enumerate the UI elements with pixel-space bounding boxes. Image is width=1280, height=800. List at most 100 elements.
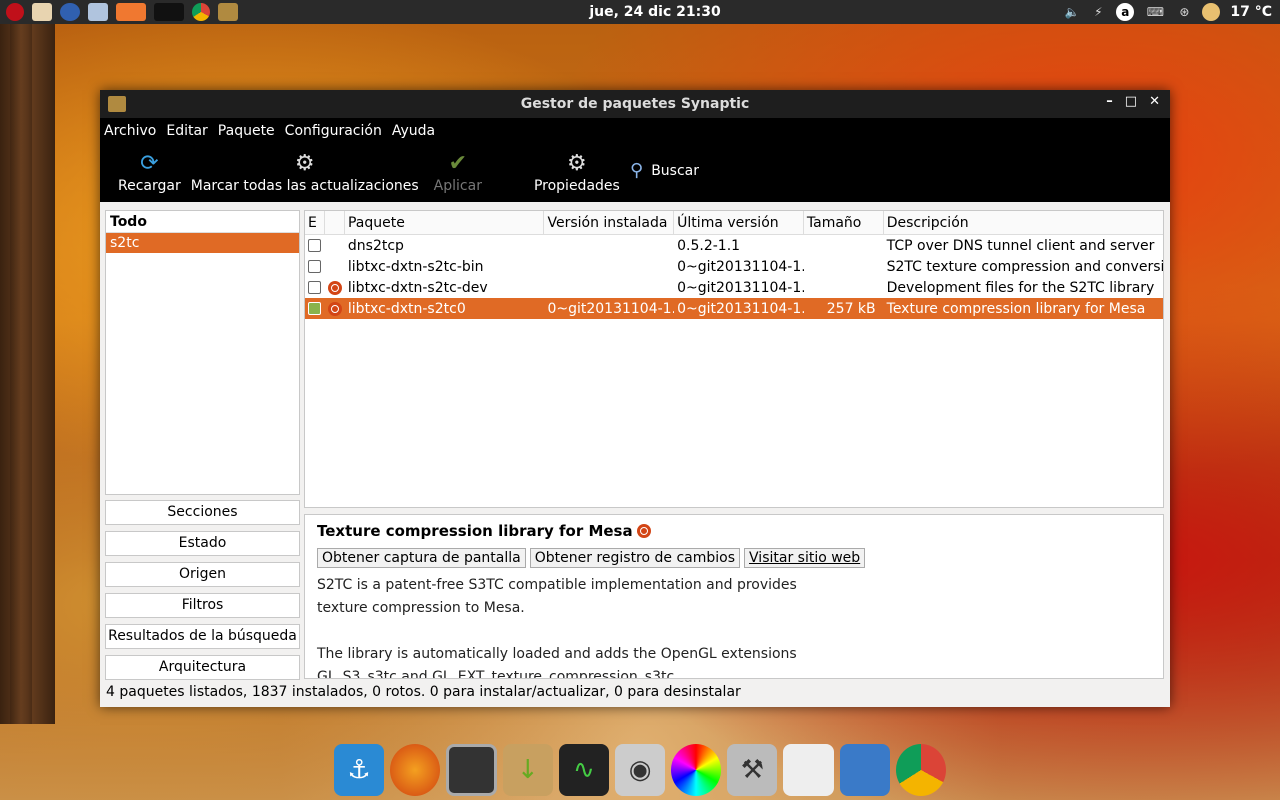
ubuntu-icon	[636, 524, 651, 538]
weather-icon[interactable]	[1202, 3, 1221, 21]
table-row[interactable]: libtxc-dxtn-s2tc-bin 0~git20131104-1.1 S2T…	[305, 256, 1163, 277]
website-button[interactable]: Visitar sitio web	[744, 548, 866, 568]
menu-ayuda[interactable]: Ayuda	[392, 123, 435, 139]
maximize-icon[interactable]: □	[1125, 94, 1137, 109]
synaptic-app-icon	[108, 96, 126, 112]
panel-launchers	[0, 0, 238, 24]
row-latest-version: 0~git20131104-1.1	[677, 300, 804, 317]
menu-paquete[interactable]: Paquete	[218, 123, 275, 139]
filter-item[interactable]: s2tc	[106, 233, 299, 253]
synaptic-icon[interactable]	[218, 3, 238, 21]
chrome-icon[interactable]	[895, 744, 946, 796]
minimize-icon[interactable]: –	[1106, 94, 1113, 109]
black-task-icon[interactable]	[154, 3, 184, 21]
orange-task-icon[interactable]	[116, 3, 146, 21]
dock: ⚓ ↓ ∿ ◉ ⚒	[330, 740, 950, 800]
main-area: Todo s2tc Secciones Estado Origen Filtro…	[100, 202, 1170, 707]
files-icon[interactable]	[60, 3, 80, 21]
package-checkbox[interactable]	[308, 239, 321, 252]
col-installed[interactable]: Versión instalada	[544, 211, 675, 234]
details-pane: Texture compression library for Mesa Obt…	[304, 514, 1164, 679]
reload-button[interactable]: ⟳ Recargar	[118, 148, 181, 195]
apply-button[interactable]: ✔ Aplicar	[433, 148, 482, 195]
archive-download-icon[interactable]: ↓	[502, 744, 553, 796]
chrome-icon[interactable]	[192, 3, 210, 21]
wifi-icon[interactable]: ⊛	[1176, 5, 1192, 19]
row-status-cell	[305, 259, 325, 275]
toolbar: ⟳ Recargar ⚙ Marcar todas las actualizac…	[100, 144, 1170, 202]
weather-temperature[interactable]: 17 °C	[1230, 4, 1272, 20]
tools-icon[interactable]: ⚒	[727, 744, 778, 796]
top-panel: jue, 24 dic 21:30 🔈 ⚡ a ⌨ ⊛ 17 °C	[0, 0, 1280, 24]
titlebar[interactable]: Gestor de paquetes Synaptic – □ ✕	[100, 90, 1170, 118]
battery-icon[interactable]: ⚡	[1090, 5, 1106, 19]
row-status-cell	[305, 238, 325, 254]
row-size: 257 kB	[826, 300, 876, 317]
table-row[interactable]: libtxc-dxtn-s2tc0 0~git20131104-1.1 0~git2…	[305, 298, 1163, 319]
app-menu-icon[interactable]	[6, 3, 24, 21]
filter-list[interactable]: Todo s2tc	[105, 210, 300, 495]
table-row[interactable]: dns2tcp 0.5.2-1.1 TCP over DNS tunnel clie…	[305, 235, 1163, 256]
menubar: Archivo Editar Paquete Configuración Ayu…	[100, 118, 1170, 144]
menu-configuracion[interactable]: Configuración	[285, 123, 382, 139]
mark-all-upgrades-button[interactable]: ⚙ Marcar todas las actualizaciones	[191, 148, 419, 195]
col-description[interactable]: Descripción	[884, 211, 1163, 234]
row-description: Development files for the S2TC library	[886, 279, 1155, 296]
amazon-icon[interactable]: a	[1116, 3, 1135, 21]
details-buttons: Obtener captura de pantalla Obtener regi…	[317, 548, 1151, 568]
search-label: Buscar	[651, 162, 699, 179]
ubuntu-icon	[327, 280, 342, 295]
window-title: Gestor de paquetes Synaptic	[520, 96, 750, 112]
system-tray: 🔈 ⚡ a ⌨ ⊛ 17 °C	[1064, 0, 1272, 24]
col-e[interactable]: E	[305, 211, 325, 234]
apply-label: Aplicar	[433, 178, 482, 194]
description-paragraph-1: S2TC is a patent-free S3TC compatible im…	[317, 577, 797, 616]
system-monitor-icon[interactable]: ∿	[558, 744, 609, 796]
reload-label: Recargar	[118, 178, 181, 194]
synaptic-window: Gestor de paquetes Synaptic – □ ✕ Archiv…	[100, 90, 1170, 707]
properties-button[interactable]: ⚙ Propiedades	[533, 148, 620, 195]
search-results-button[interactable]: Resultados de la búsqueda	[105, 624, 300, 649]
calendar-app-icon[interactable]	[839, 744, 890, 796]
row-support-cell	[325, 280, 345, 296]
filter-list-header[interactable]: Todo	[106, 211, 299, 233]
col-size[interactable]: Tamaño	[804, 211, 884, 234]
screenshot-button[interactable]: Obtener captura de pantalla	[317, 548, 526, 568]
keyboard-icon[interactable]: ⌨	[1144, 5, 1166, 19]
anchor-icon[interactable]: ⚓	[334, 744, 385, 796]
browser-icon[interactable]	[32, 3, 52, 21]
tree-trunk-left-2	[10, 24, 32, 724]
row-package: libtxc-dxtn-s2tc0	[347, 300, 466, 317]
filters-button[interactable]: Filtros	[105, 593, 300, 618]
col-icon[interactable]	[325, 211, 345, 234]
row-latest-version: 0~git20131104-1.1	[677, 279, 804, 296]
status-button[interactable]: Estado	[105, 531, 300, 556]
camera-icon[interactable]: ◉	[615, 744, 666, 796]
row-installed-version: 0~git20131104-1.1	[547, 300, 675, 317]
windows-icon[interactable]	[88, 3, 108, 21]
architecture-button[interactable]: Arquitectura	[105, 655, 300, 680]
menu-editar[interactable]: Editar	[166, 123, 207, 139]
volume-icon[interactable]: 🔈	[1064, 5, 1080, 19]
origin-button[interactable]: Origen	[105, 562, 300, 587]
package-checkbox[interactable]	[308, 302, 321, 315]
search-button[interactable]: ⚲ Buscar	[630, 160, 699, 181]
color-picker-icon[interactable]	[671, 744, 722, 796]
firefox-icon[interactable]	[390, 744, 441, 796]
clock[interactable]: jue, 24 dic 21:30	[560, 4, 750, 20]
check-icon: ✔	[448, 150, 468, 176]
document-icon[interactable]	[783, 744, 834, 796]
package-checkbox[interactable]	[308, 281, 321, 294]
menu-archivo[interactable]: Archivo	[104, 123, 156, 139]
sections-button[interactable]: Secciones	[105, 500, 300, 525]
table-row[interactable]: libtxc-dxtn-s2tc-dev 0~git20131104-1.1 Dev…	[305, 277, 1163, 298]
row-status-cell	[305, 301, 325, 317]
col-package[interactable]: Paquete	[345, 211, 545, 234]
package-checkbox[interactable]	[308, 260, 321, 273]
properties-label: Propiedades	[533, 178, 620, 194]
col-latest[interactable]: Última versión	[674, 211, 804, 234]
changelog-button[interactable]: Obtener registro de cambios	[529, 548, 741, 568]
close-icon[interactable]: ✕	[1149, 94, 1160, 109]
row-package: dns2tcp	[347, 237, 404, 254]
monitor-icon[interactable]	[446, 744, 497, 796]
